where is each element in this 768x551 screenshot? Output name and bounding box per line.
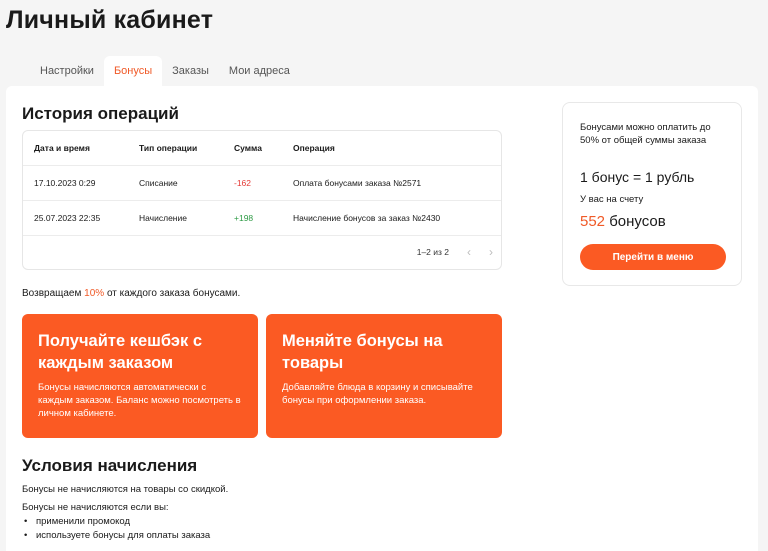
page-title: Личный кабинет <box>6 6 214 34</box>
history-table: Дата и время Тип операции Сумма Операция… <box>22 130 502 270</box>
column-header: Сумма <box>234 143 262 153</box>
row-amount: +198 <box>234 213 254 223</box>
balance-unit: бонусов <box>609 213 666 230</box>
cashback-note-text: Возвращаем <box>22 288 85 299</box>
cashback-note: Возвращаем 10% от каждого заказа бонусам… <box>22 288 240 299</box>
cashback-percent: 10% <box>84 288 105 299</box>
tab-orders[interactable]: Заказы <box>162 56 219 86</box>
conditions-bullet: используете бонусы для оплаты заказа <box>24 530 210 541</box>
table-row: 17.10.2023 0:29 Списание -162 Оплата бон… <box>23 166 501 201</box>
history-title: История операций <box>22 104 179 123</box>
balance-value: 552 бонусов <box>580 213 666 230</box>
tab-settings[interactable]: Настройки <box>30 56 104 86</box>
column-header: Тип операции <box>139 143 198 153</box>
promo-title: Получайте кешбэк с каждым заказом <box>38 332 203 373</box>
promo-title: Меняйте бонусы на товары <box>282 332 443 373</box>
row-operation: Начисление бонусов за заказ №2430 <box>293 213 441 223</box>
promo-text: Добавляйте блюда в корзину и списывайте … <box>282 381 473 406</box>
promo-text: Бонусы начисляются автоматически с кажды… <box>38 381 241 420</box>
conditions-title: Условия начисления <box>22 456 198 475</box>
row-amount: -162 <box>234 178 252 188</box>
balance-label: У вас на счету <box>580 194 644 205</box>
cashback-note-text: от каждого заказа бонусами. <box>104 288 241 299</box>
table-header: Дата и время Тип операции Сумма Операция <box>23 131 501 166</box>
promo-card-exchange: Меняйте бонусы на товары Добавляйте блюд… <box>266 314 502 438</box>
chevron-left-icon[interactable]: ‹ <box>467 245 471 259</box>
column-header: Дата и время <box>34 143 90 153</box>
conditions-line: Бонусы не начисляются если вы: <box>22 502 169 513</box>
balance-number: 552 <box>580 213 606 230</box>
tab-bonuses[interactable]: Бонусы <box>103 56 163 86</box>
column-header: Операция <box>293 143 335 153</box>
tabs: Настройки Бонусы Заказы Мои адреса <box>30 56 300 86</box>
bonus-note: Бонусами можно оплатить до 50% от общей … <box>580 122 711 146</box>
tab-addresses[interactable]: Мои адреса <box>219 56 300 86</box>
chevron-right-icon[interactable]: › <box>489 245 493 259</box>
row-operation: Оплата бонусами заказа №2571 <box>293 178 422 188</box>
pagination-label: 1–2 из 2 <box>416 247 449 257</box>
row-type: Начисление <box>139 213 187 223</box>
conditions-bullet: применили промокод <box>24 516 130 527</box>
conditions-line: Бонусы не начисляются на товары со скидк… <box>22 484 229 495</box>
pagination: 1–2 из 2 ‹ › <box>417 237 493 267</box>
row-type: Списание <box>139 178 178 188</box>
table-row: 25.07.2023 22:35 Начисление +198 Начисле… <box>23 201 501 236</box>
bonus-summary-card: Бонусами можно оплатить до 50% от общей … <box>562 102 742 286</box>
go-to-menu-button[interactable]: Перейти в меню <box>580 244 726 270</box>
row-date: 25.07.2023 22:35 <box>34 213 101 223</box>
promo-card-cashback: Получайте кешбэк с каждым заказом Бонусы… <box>22 314 258 438</box>
bonus-rate: 1 бонус = 1 рубль <box>580 169 695 185</box>
row-date: 17.10.2023 0:29 <box>34 178 96 188</box>
